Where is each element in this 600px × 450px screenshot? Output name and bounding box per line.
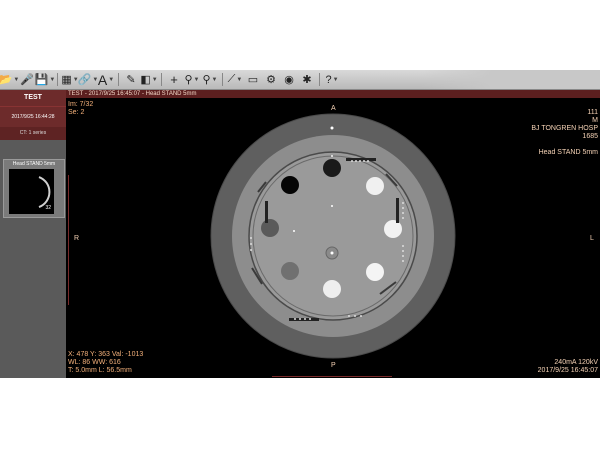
toolbar-separator bbox=[118, 73, 119, 86]
insert-teflon bbox=[323, 280, 341, 298]
image-viewport[interactable]: TEST - 2017/9/25 16:45:07 - Head STAND 5… bbox=[66, 90, 600, 378]
small-bead bbox=[293, 230, 295, 232]
insert-acrylic bbox=[366, 263, 384, 281]
screen-capture-icon[interactable]: ▭ bbox=[245, 72, 261, 87]
series-thumbnail-card[interactable]: Head STAND 5mm 32 bbox=[3, 159, 65, 218]
toolbar-separator bbox=[57, 73, 58, 86]
3d-sphere-icon[interactable]: ◉ bbox=[281, 72, 297, 87]
insert-lung bbox=[323, 159, 341, 177]
help-icon[interactable]: ? ▼ bbox=[324, 72, 340, 87]
link-icon[interactable]: 🔗 ▼ bbox=[78, 72, 99, 87]
insert-delrin bbox=[384, 220, 402, 238]
toolbar-separator bbox=[161, 73, 162, 86]
crosshair-icon[interactable]: + bbox=[166, 72, 182, 87]
series-count: CT: 1 series bbox=[0, 127, 66, 140]
patient-name[interactable]: TEST bbox=[0, 90, 66, 106]
toolbar-fade bbox=[422, 70, 600, 89]
cine-icon[interactable]: ⚙ bbox=[263, 72, 279, 87]
measure-icon[interactable]: ⟋ ▼ bbox=[227, 72, 243, 87]
small-bead bbox=[331, 205, 333, 207]
dicom-viewer-window: 📂 ▼ 🎤 💾 ▼ ▦ ▼ 🔗 ▼ A ▼ ✎ ◧ ▼ + ⚲ ▼ ⚲ ▼ ⟋ ▼ ▭ ⚙ ◉ ✱… bbox=[0, 70, 600, 378]
magnifier-icon[interactable]: ⚲ ▼ bbox=[202, 72, 218, 87]
toolbar: 📂 ▼ 🎤 💾 ▼ ▦ ▼ 🔗 ▼ A ▼ ✎ ◧ ▼ + ⚲ ▼ ⚲ ▼ ⟋ ▼ ▭ ⚙ ◉ ✱… bbox=[0, 70, 600, 90]
series-label: Head STAND 5mm bbox=[12, 161, 56, 167]
text-annotation-icon[interactable]: A ▼ bbox=[98, 72, 114, 88]
top-marker bbox=[330, 126, 334, 130]
study-date[interactable]: 2017/9/25 16:44:28 bbox=[0, 106, 66, 127]
insert-air bbox=[281, 176, 299, 194]
contrast-icon[interactable]: ◧ ▼ bbox=[140, 72, 157, 87]
ct-phantom-image[interactable] bbox=[66, 98, 600, 376]
magic-wand-icon[interactable]: ⚲ ▼ bbox=[184, 72, 200, 87]
folder-open-icon[interactable]: 📂 ▼ bbox=[0, 72, 19, 87]
microphone-icon[interactable]: 🎤 bbox=[19, 72, 35, 87]
pen-tool-icon[interactable]: ✎ bbox=[123, 72, 139, 87]
layout-grid-icon[interactable]: ▦ ▼ bbox=[61, 72, 78, 87]
center-dot bbox=[330, 251, 334, 255]
settings-icon[interactable]: ✱ bbox=[299, 72, 315, 87]
insert-bone bbox=[366, 177, 384, 195]
insert-polyethylene bbox=[261, 219, 279, 237]
toolbar-separator bbox=[319, 73, 320, 86]
toolbar-separator bbox=[222, 73, 223, 86]
series-thumbnail[interactable]: 32 bbox=[9, 169, 54, 214]
patient-panel: TEST 2017/9/25 16:44:28 CT: 1 series Hea… bbox=[0, 90, 66, 378]
thumbnail-image-count: 32 bbox=[45, 205, 51, 211]
top-marker bbox=[331, 155, 333, 157]
viewport-title-bar: TEST - 2017/9/25 16:45:07 - Head STAND 5… bbox=[66, 90, 600, 98]
insert-polystyrene bbox=[281, 262, 299, 280]
save-disk-icon[interactable]: 💾 ▼ bbox=[35, 72, 56, 87]
